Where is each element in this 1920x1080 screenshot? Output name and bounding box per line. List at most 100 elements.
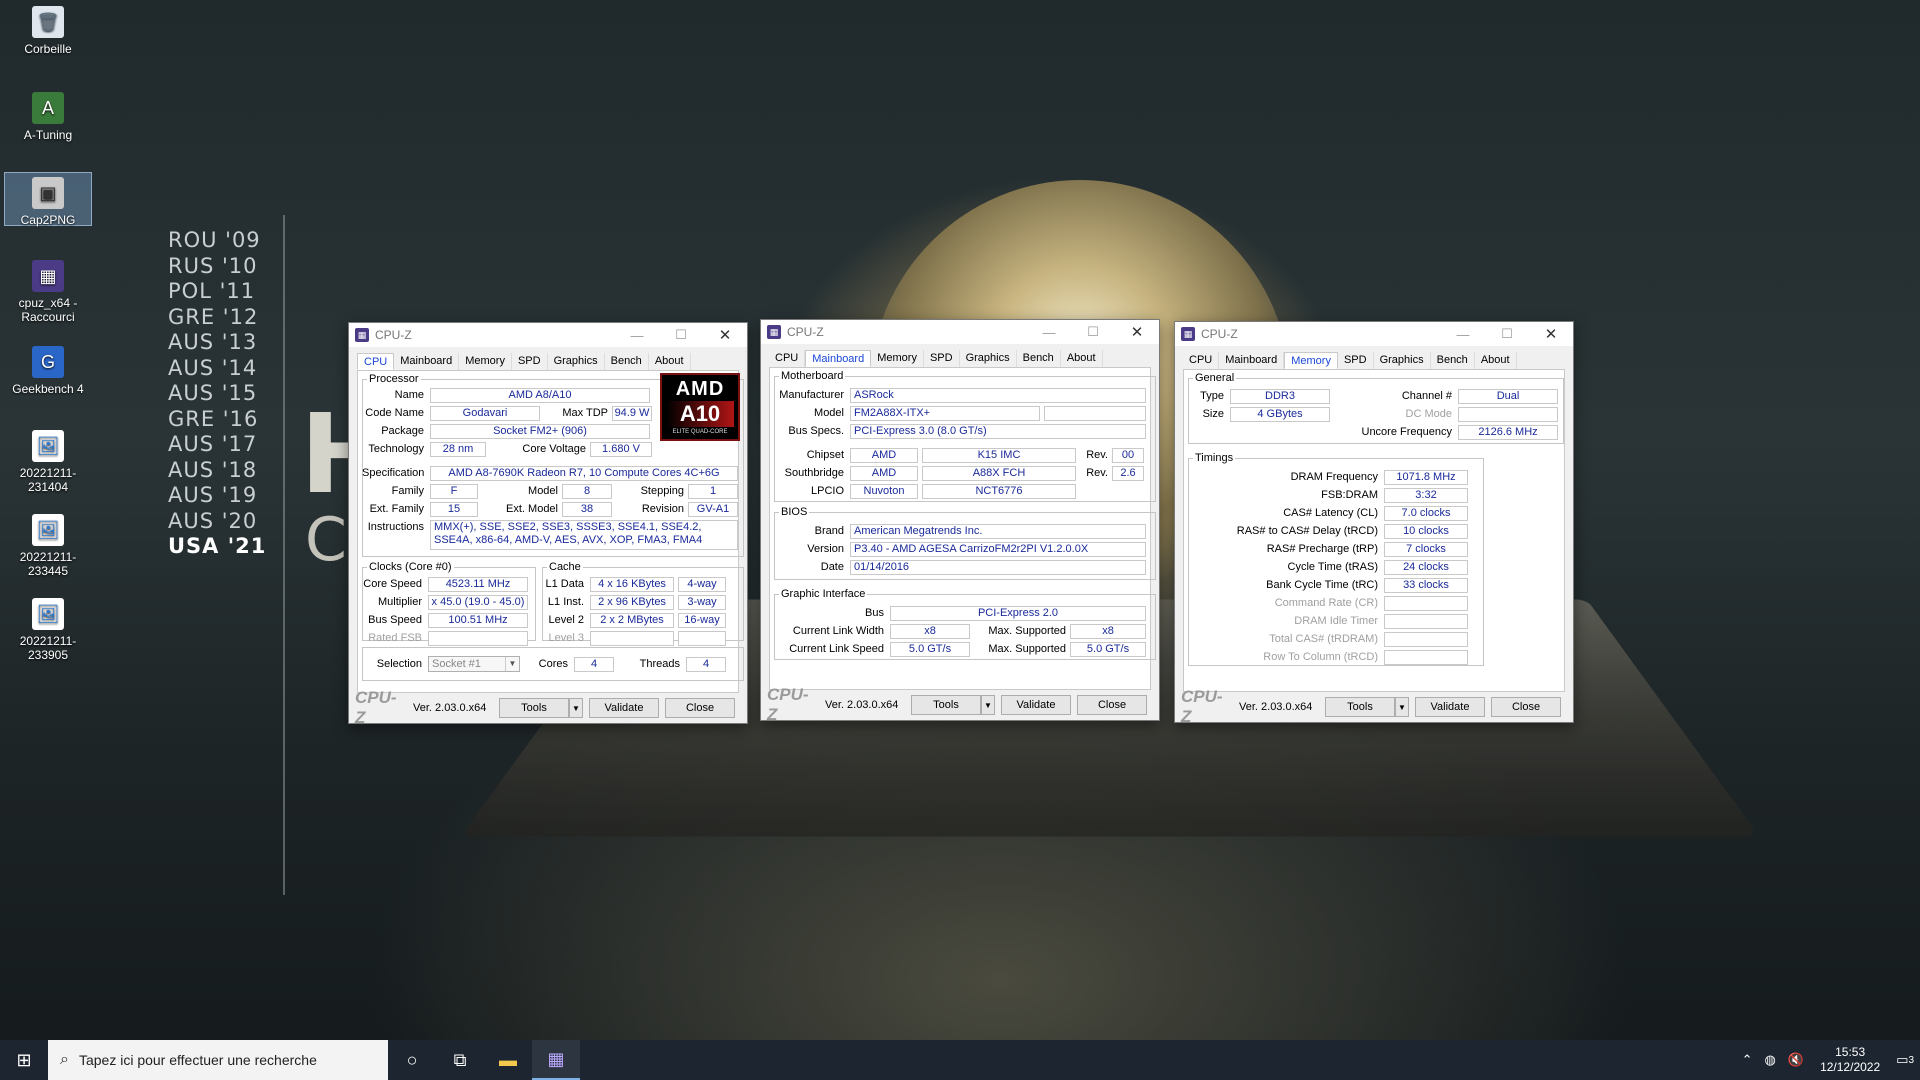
title-bar[interactable]: ▦ CPU-Z — ☐ ✕ xyxy=(349,323,747,347)
corespeed-label: Core Speed xyxy=(363,578,422,590)
title-bar[interactable]: ▦ CPU-Z — ☐ ✕ xyxy=(761,320,1159,344)
close-window-button[interactable]: ✕ xyxy=(1529,325,1573,343)
lpcio-value: NCT6776 xyxy=(922,484,1076,499)
maxtdp-label: Max TDP xyxy=(562,407,608,419)
tools-button[interactable]: Tools xyxy=(1325,697,1395,717)
wallpaper-year: AUS '19 xyxy=(168,483,258,507)
close-button[interactable]: Close xyxy=(1491,697,1561,717)
maximize-button[interactable]: ☐ xyxy=(1485,326,1529,342)
file-explorer-button[interactable]: ▬ xyxy=(484,1040,532,1080)
desktop-icon-image-2[interactable]: 🖼 20221211-233445 xyxy=(4,514,92,578)
desktop-icon-cpuz[interactable]: ▦ cpuz_x64 - Raccourci xyxy=(4,260,92,324)
tools-dropdown-button[interactable]: ▼ xyxy=(1395,697,1409,717)
close-button[interactable]: Close xyxy=(1077,695,1147,715)
size-value: 4 GBytes xyxy=(1230,407,1330,422)
busspecs-label: Bus Specs. xyxy=(788,425,844,437)
minimize-button[interactable]: — xyxy=(1027,325,1071,340)
chevron-up-icon[interactable]: ⌃ xyxy=(1742,1052,1753,1068)
tools-dropdown-button[interactable]: ▼ xyxy=(569,698,583,718)
desktop-icon-image-1[interactable]: 🖼 20221211-231404 xyxy=(4,430,92,494)
manufacturer-value: ASRock xyxy=(850,388,1146,403)
start-button[interactable]: ⊞ xyxy=(0,1040,48,1080)
tab-spd[interactable]: SPD xyxy=(924,350,960,367)
tab-spd[interactable]: SPD xyxy=(512,353,548,370)
minimize-button[interactable]: — xyxy=(615,328,659,343)
multiplier-value: x 45.0 (19.0 - 45.0) xyxy=(428,595,528,610)
window-footer: CPU-Z Ver. 2.03.0.x64 Tools ▼ Validate C… xyxy=(349,688,747,727)
maximize-button[interactable]: ☐ xyxy=(659,327,703,343)
minimize-button[interactable]: — xyxy=(1441,327,1485,342)
tab-memory[interactable]: Memory xyxy=(1284,352,1338,369)
tools-dropdown-button[interactable]: ▼ xyxy=(981,695,995,715)
task-view-button[interactable]: ⧉ xyxy=(436,1040,484,1080)
tab-bar: CPU Mainboard Memory SPD Graphics Bench … xyxy=(769,350,1151,368)
cpuz-app-icon: ▦ xyxy=(355,328,369,342)
ratedfsb-value xyxy=(428,631,528,646)
close-window-button[interactable]: ✕ xyxy=(703,326,747,344)
network-globe-icon[interactable]: ◍ xyxy=(1765,1052,1776,1068)
tab-mainboard[interactable]: Mainboard xyxy=(1219,352,1285,369)
cpuz-brand: CPU-Z xyxy=(1181,687,1223,726)
family-label: Family xyxy=(391,485,424,497)
type-label: Type xyxy=(1200,390,1224,402)
validate-button[interactable]: Validate xyxy=(589,698,659,718)
tab-cpu[interactable]: CPU xyxy=(769,350,806,367)
folder-icon: ▬ xyxy=(499,1049,517,1070)
desktop-icon-recycle-bin[interactable]: 🗑 Corbeille xyxy=(4,6,92,56)
tab-bench[interactable]: Bench xyxy=(1431,352,1475,369)
close-button[interactable]: Close xyxy=(665,698,735,718)
desktop-icon-a-tuning[interactable]: A A-Tuning xyxy=(4,92,92,142)
task-view-icon: ⧉ xyxy=(453,1049,467,1070)
southbridge-label: Southbridge xyxy=(784,467,844,479)
socket-select[interactable]: Socket #1 ▼ xyxy=(428,656,520,672)
notification-center-icon[interactable]: ▭ xyxy=(1896,1052,1908,1068)
desktop-icon-image-3[interactable]: 🖼 20221211-233905 xyxy=(4,598,92,662)
tab-bar: CPU Mainboard Memory SPD Graphics Bench … xyxy=(357,353,739,371)
tab-graphics[interactable]: Graphics xyxy=(960,350,1017,367)
tab-about[interactable]: About xyxy=(1061,350,1103,367)
title-bar[interactable]: ▦ CPU-Z — ☐ ✕ xyxy=(1175,322,1573,346)
desktop-icon-label: 20221211-231404 xyxy=(19,466,77,494)
tab-mainboard[interactable]: Mainboard xyxy=(805,350,872,367)
cpuz-taskbar-button[interactable]: ▦ xyxy=(532,1040,580,1080)
tab-graphics[interactable]: Graphics xyxy=(548,353,605,370)
tab-graphics[interactable]: Graphics xyxy=(1374,352,1431,369)
cortana-button[interactable]: ○ xyxy=(388,1040,436,1080)
graphic-interface-legend: Graphic Interface xyxy=(781,588,866,600)
clock[interactable]: 15:53 12/12/2022 xyxy=(1820,1045,1880,1075)
package-label: Package xyxy=(381,425,424,437)
technology-label: Technology xyxy=(368,443,424,455)
taskbar-search-box[interactable]: ⌕ Tapez ici pour effectuer une recherche xyxy=(48,1040,388,1080)
tab-cpu[interactable]: CPU xyxy=(357,353,395,370)
close-window-button[interactable]: ✕ xyxy=(1115,323,1159,341)
busspeed-value: 100.51 MHz xyxy=(428,613,528,628)
tab-about[interactable]: About xyxy=(1475,352,1517,369)
tab-about[interactable]: About xyxy=(649,353,691,370)
bios-version-value: P3.40 - AMD AGESA CarrizoFM2r2PI V1.2.0.… xyxy=(850,542,1146,557)
tab-memory[interactable]: Memory xyxy=(459,353,512,370)
validate-button[interactable]: Validate xyxy=(1415,697,1485,717)
tab-bench[interactable]: Bench xyxy=(1017,350,1061,367)
desktop-icon-cap2png[interactable]: ▣ Cap2PNG xyxy=(4,172,92,227)
timing-value: 7.0 clocks xyxy=(1384,506,1468,521)
cpu-name-value: AMD A8/A10 xyxy=(430,388,650,403)
validate-button[interactable]: Validate xyxy=(1001,695,1071,715)
max-supported-speed-value: 5.0 GT/s xyxy=(1070,642,1146,657)
search-icon: ⌕ xyxy=(60,1051,69,1068)
tools-button[interactable]: Tools xyxy=(911,695,981,715)
tab-mainboard[interactable]: Mainboard xyxy=(394,353,460,370)
wallpaper-years: ROU '09 RUS '10 POL '11 GRE '12 AUS '13 AUS '… xyxy=(168,228,280,560)
tab-spd[interactable]: SPD xyxy=(1338,352,1374,369)
revision-label: Revision xyxy=(641,503,684,515)
tools-button[interactable]: Tools xyxy=(499,698,569,718)
tab-bench[interactable]: Bench xyxy=(605,353,649,370)
volume-muted-icon[interactable]: 🔇 xyxy=(1788,1052,1804,1068)
cpuz-app-icon: ▦ xyxy=(1181,327,1195,341)
tab-memory[interactable]: Memory xyxy=(871,350,924,367)
maximize-button[interactable]: ☐ xyxy=(1071,324,1115,340)
tab-cpu[interactable]: CPU xyxy=(1183,352,1220,369)
geekbench-icon: G xyxy=(32,346,64,378)
desktop-icon-geekbench[interactable]: G Geekbench 4 xyxy=(4,346,92,396)
current-link-speed-label: Current Link Speed xyxy=(789,643,884,655)
stepping-label: Stepping xyxy=(640,485,684,497)
